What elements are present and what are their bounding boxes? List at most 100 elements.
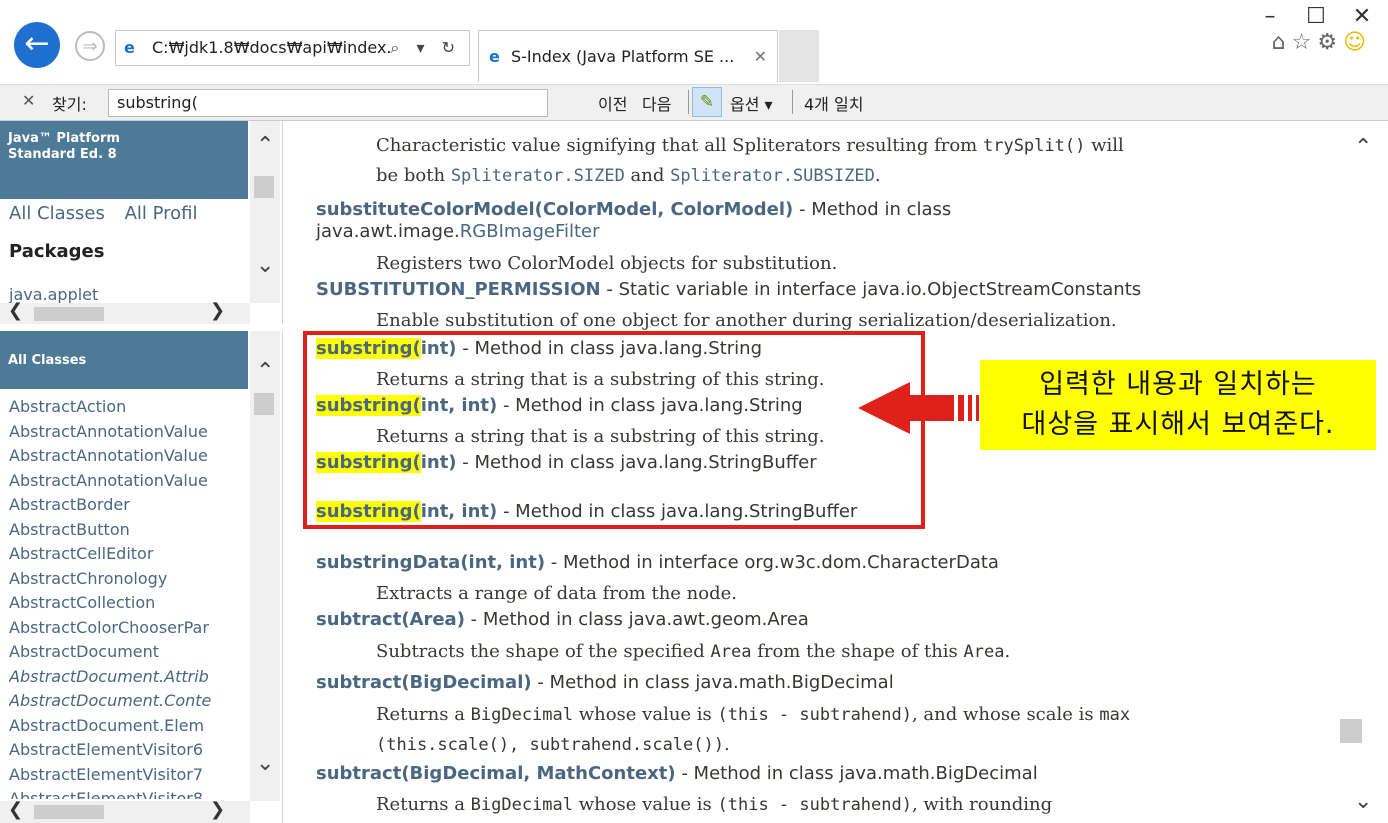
- forward-button[interactable]: ⇒: [75, 31, 105, 61]
- entry-term-link[interactable]: subtract(BigDecimal, MathContext): [316, 763, 676, 784]
- scroll-up-icon[interactable]: ⌃: [256, 133, 274, 158]
- class-list-item[interactable]: AbstractDocument.Elem: [9, 714, 249, 739]
- class-list-item[interactable]: AbstractDocument.Attrib: [9, 665, 249, 690]
- class-list-item[interactable]: AbstractAction: [9, 395, 249, 420]
- class-list-item[interactable]: AbstractChronology: [9, 567, 249, 592]
- scroll-thumb[interactable]: [254, 176, 274, 198]
- class-list-item[interactable]: AbstractButton: [9, 518, 249, 543]
- minimize-button[interactable]: –: [1250, 4, 1290, 29]
- scroll-down-icon[interactable]: ⌄: [256, 253, 274, 278]
- class-link[interactable]: BigDecimal: [936, 763, 1038, 784]
- find-options-button[interactable]: 옵션 ▾: [730, 91, 773, 115]
- back-button[interactable]: ←: [14, 22, 60, 68]
- class-list-item[interactable]: AbstractCollection: [9, 591, 249, 616]
- arrow-left-icon: ←: [24, 26, 50, 61]
- scroll-down-icon[interactable]: ⌄: [256, 751, 274, 776]
- frame-links: All Classes All Profil: [9, 203, 198, 224]
- classes-hscroll[interactable]: ❮ ❯: [0, 799, 250, 823]
- address-url[interactable]: C:₩jdk1.8₩docs₩api₩index.: [152, 31, 392, 65]
- ie-tab-icon: e: [489, 47, 500, 66]
- close-window-button[interactable]: ✕: [1342, 4, 1382, 29]
- index-entry: substringData(int, int) - Method in inte…: [316, 552, 999, 573]
- index-entry: substituteColorModel(ColorModel, ColorMo…: [316, 199, 952, 220]
- tab-s-index[interactable]: e S-Index (Java Platform SE ... ✕: [478, 30, 778, 82]
- class-list-item[interactable]: AbstractColorChooserPar: [9, 616, 249, 641]
- find-next-button[interactable]: 다음: [642, 91, 671, 115]
- scroll-up-icon[interactable]: ⌃: [1354, 135, 1372, 160]
- class-list-item[interactable]: AbstractAnnotationValue: [9, 469, 249, 494]
- tab-title: S-Index (Java Platform SE ...: [510, 47, 735, 66]
- platform-title-line2: Standard Ed. 8: [8, 147, 117, 162]
- all-classes-frame: All Classes AbstractAction AbstractAnnota…: [0, 331, 283, 823]
- all-classes-link[interactable]: All Classes: [9, 203, 105, 224]
- link-spliterator-subsized[interactable]: Spliterator.SUBSIZED: [670, 166, 875, 186]
- scroll-right-icon[interactable]: ❯: [210, 300, 225, 321]
- class-list-item[interactable]: AbstractDocument: [9, 640, 249, 665]
- index-entry: SUBSTITUTION_PERMISSION - Static variabl…: [316, 279, 1142, 300]
- class-list-item[interactable]: AbstractBorder: [9, 493, 249, 518]
- platform-header: Java™ Platform Standard Ed. 8: [0, 121, 248, 199]
- scroll-up-icon[interactable]: ⌃: [256, 359, 274, 384]
- ie-page-icon: e: [124, 38, 135, 57]
- index-entry: subtract(Area) - Method in class java.aw…: [316, 609, 809, 630]
- index-entry: subtract(BigDecimal) - Method in class j…: [316, 672, 894, 693]
- callout-line1: 입력한 내용과 일치하는: [1039, 369, 1317, 400]
- class-list-item[interactable]: AbstractCellEditor: [9, 542, 249, 567]
- class-list-item[interactable]: AbstractElementVisitor6: [9, 738, 249, 763]
- class-list-item[interactable]: AbstractDocument.Conte: [9, 689, 249, 714]
- find-match-count: 4개 일치: [804, 95, 864, 114]
- find-input[interactable]: substring(: [108, 89, 548, 117]
- address-search-refresh-icons[interactable]: ⌕ ▾ ↻: [390, 31, 461, 65]
- entry-term-link[interactable]: subtract(Area): [316, 609, 465, 630]
- scroll-right-icon[interactable]: ❯: [210, 799, 225, 820]
- tab-close-icon[interactable]: ✕: [754, 31, 767, 83]
- class-link[interactable]: BigDecimal: [792, 672, 894, 693]
- class-link[interactable]: Area: [767, 609, 808, 630]
- class-link[interactable]: ObjectStreamConstants: [927, 279, 1141, 300]
- scroll-thumb[interactable]: [1340, 719, 1362, 743]
- find-prev-button[interactable]: 이전: [598, 91, 627, 115]
- class-list-item[interactable]: AbstractAnnotationValue: [9, 420, 249, 445]
- smiley-icon[interactable]: ☺: [1343, 30, 1372, 55]
- scroll-left-icon[interactable]: ❮: [8, 300, 23, 321]
- packages-hscroll[interactable]: ❮ ❯: [0, 300, 250, 324]
- entry-term-link[interactable]: SUBSTITUTION_PERMISSION: [316, 279, 601, 300]
- scroll-thumb[interactable]: [34, 805, 104, 819]
- scroll-left-icon[interactable]: ❮: [8, 799, 23, 820]
- scroll-thumb[interactable]: [34, 307, 104, 321]
- desc-line: Registers two ColorModel objects for sub…: [376, 253, 838, 274]
- content-vscroll[interactable]: ⌃ ⌄: [1340, 121, 1388, 823]
- platform-title-line1: Java™ Platform: [8, 131, 120, 146]
- entry-term-link[interactable]: substringData(int, int): [316, 552, 545, 573]
- desc-line: (this.scale(), subtrahend.scale()).: [376, 734, 730, 755]
- classes-vscroll[interactable]: ⌃ ⌄: [250, 331, 280, 801]
- maximize-button[interactable]: ☐: [1296, 4, 1336, 29]
- class-link[interactable]: RGBImageFilter: [460, 221, 600, 242]
- highlight-marker-icon[interactable]: ✎: [692, 87, 722, 117]
- class-link[interactable]: CharacterData: [867, 552, 999, 573]
- all-profiles-link[interactable]: All Profil: [125, 203, 198, 224]
- scroll-down-icon[interactable]: ⌄: [1354, 789, 1372, 814]
- annotation-callout: 입력한 내용과 일치하는 대상을 표시해서 보여준다.: [980, 360, 1376, 450]
- find-close-icon[interactable]: ✕: [22, 91, 35, 110]
- class-list-item[interactable]: AbstractAnnotationValue: [9, 444, 249, 469]
- class-list-item[interactable]: AbstractElementVisitor7: [9, 763, 249, 788]
- annotation-arrow-icon: [858, 382, 979, 434]
- scroll-thumb[interactable]: [254, 393, 274, 415]
- star-icon[interactable]: ☆: [1292, 30, 1318, 55]
- desc-line: Extracts a range of data from the node.: [376, 583, 737, 604]
- packages-vscroll[interactable]: ⌃ ⌄: [250, 121, 280, 303]
- address-bar[interactable]: e C:₩jdk1.8₩docs₩api₩index. ⌕ ▾ ↻: [115, 30, 470, 66]
- arrow-right-icon: ⇒: [82, 36, 98, 57]
- all-classes-header: All Classes: [0, 331, 248, 389]
- gear-icon[interactable]: ⚙: [1317, 30, 1343, 55]
- class-list-item[interactable]: AbstractElementVisitor8: [9, 787, 249, 799]
- entry-term-link[interactable]: substituteColorModel(ColorModel, ColorMo…: [316, 199, 793, 220]
- desc-line: Enable substitution of one object for an…: [376, 310, 1117, 331]
- link-spliterator-sized[interactable]: Spliterator.SIZED: [451, 166, 625, 186]
- annotation-highlight-box: [303, 331, 925, 529]
- class-list: AbstractAction AbstractAnnotationValue Abs…: [9, 395, 249, 799]
- home-icon[interactable]: ⌂: [1272, 30, 1292, 55]
- new-tab-button[interactable]: [779, 30, 819, 82]
- entry-term-link[interactable]: subtract(BigDecimal): [316, 672, 532, 693]
